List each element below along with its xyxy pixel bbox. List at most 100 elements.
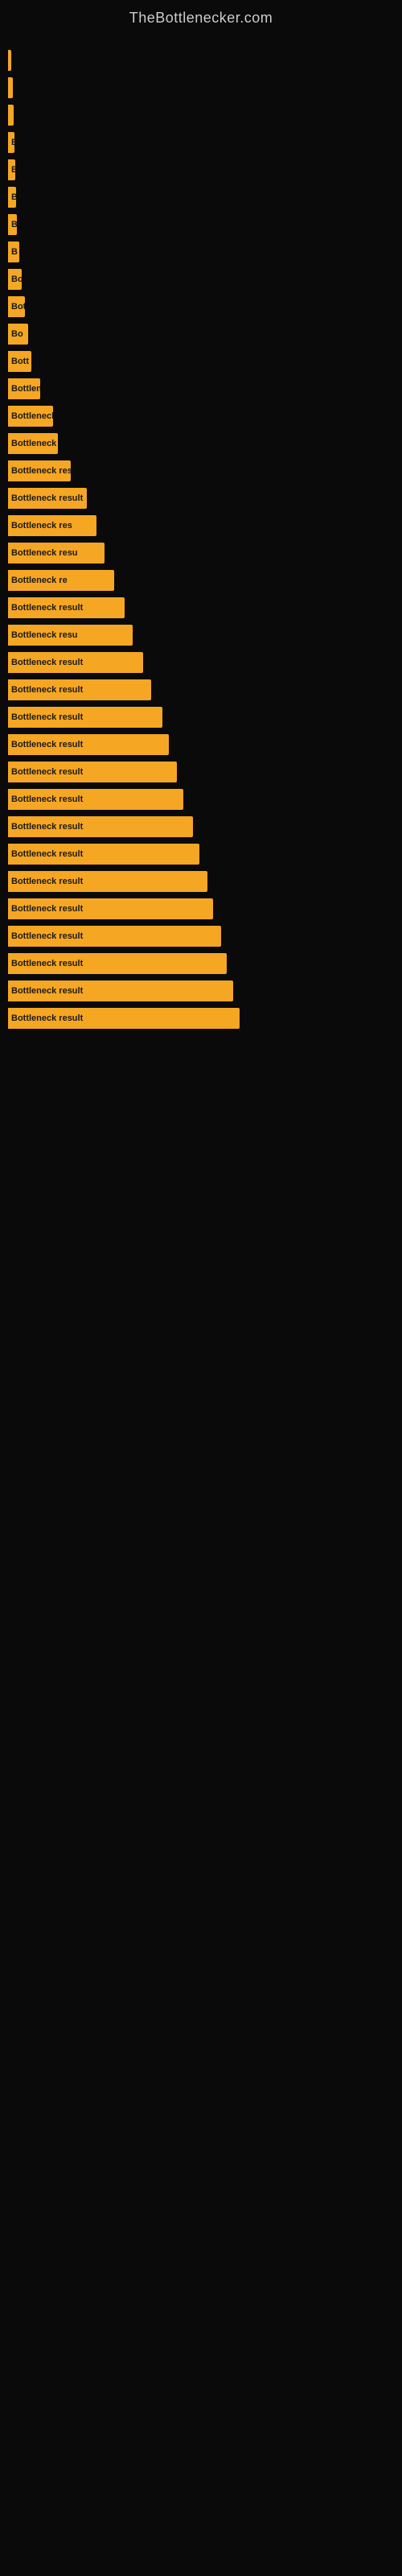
bar-label: Bo [11,275,22,284]
bar-label: Bottleneck result [11,795,83,804]
bottleneck-bar: Bottleneck result [8,980,233,1001]
bar-row: Bottleneck re [8,569,394,592]
bottleneck-bar: Bo [8,269,22,290]
bottleneck-bar: Bottleneck resu [8,625,133,646]
bottleneck-bar [8,50,11,71]
bottleneck-bar: Bottleneck result [8,844,199,865]
bottleneck-bar [8,77,13,98]
bar-row: Bottleneck re [8,405,394,427]
bar-row: Bottleneck result [8,597,394,619]
bar-row: Bottleneck result [8,679,394,701]
bar-label: Bottleneck result [11,877,83,886]
bar-row: Bottleneck result [8,898,394,920]
bar-row: Bottleneck result [8,733,394,756]
bottleneck-bar: Bottleneck result [8,898,213,919]
bar-label: Bottleneck result [11,740,83,749]
bar-label: Bottlene [11,384,40,394]
bar-row [8,49,394,72]
bar-label: Bottleneck result [11,1013,83,1023]
bars-container: B B B B B Bo Bott Bo Bott Bottlene Bottleneck re Bo… [0,33,402,1042]
bottleneck-bar: Bott [8,296,25,317]
bar-label: Bottleneck result [11,822,83,832]
bottleneck-bar: Bottleneck result [8,488,87,509]
bar-row: Bottleneck result [8,843,394,865]
bottleneck-bar: Bottleneck re [8,570,114,591]
bottleneck-bar: Bottleneck result [8,953,227,974]
bar-label: B [11,138,14,147]
bottleneck-bar: B [8,242,19,262]
bar-label: Bottleneck result [11,904,83,914]
bar-label: B [11,192,16,202]
bar-row: Bottleneck result [8,1007,394,1030]
bottleneck-bar: Bottlene [8,378,40,399]
bar-row: B [8,159,394,181]
bar-row: Bo [8,268,394,291]
bar-row: B [8,186,394,208]
bottleneck-bar [8,105,14,126]
bar-row: Bottleneck result [8,651,394,674]
bar-label: Bottleneck result [11,603,83,613]
bottleneck-bar: Bottleneck result [8,762,177,782]
bottleneck-bar: B [8,214,17,235]
bar-row: Bottleneck result [8,706,394,729]
bar-label: Bottleneck resu [11,548,78,558]
bar-row: B [8,131,394,154]
bar-label: B [11,247,18,257]
bottleneck-bar: Bottleneck resu [8,543,105,564]
bottleneck-bar: Bottleneck res [8,515,96,536]
bar-label: Bottleneck result [11,959,83,968]
bar-row: Bottleneck result [8,815,394,838]
bottleneck-bar: B [8,132,14,153]
bar-label: Bott [11,357,29,366]
bar-row: Bottlene [8,378,394,400]
bar-row: B [8,213,394,236]
bar-row: Bottleneck result [8,487,394,510]
bar-row: Bottleneck result [8,980,394,1002]
bottleneck-bar: Bottleneck result [8,1008,240,1029]
bottleneck-bar: Bottleneck result [8,679,151,700]
bar-label: Bottleneck re [11,411,53,421]
bar-label: Bottleneck result [11,767,83,777]
bottleneck-bar: Bottleneck result [8,652,143,673]
bar-label: Bottleneck result [11,849,83,859]
bottleneck-bar: Bottleneck result [8,734,169,755]
bottleneck-bar: Bott [8,351,31,372]
bar-row: Bottleneck resu [8,542,394,564]
bottleneck-bar: Bottleneck result [8,816,193,837]
bottleneck-bar: Bottleneck [8,433,58,454]
bar-row [8,104,394,126]
bar-row: Bottleneck [8,432,394,455]
bar-label: Bottleneck re [11,576,68,585]
bar-row: B [8,241,394,263]
bottleneck-bar: B [8,159,15,180]
bar-row: Bottleneck result [8,788,394,811]
bottleneck-bar: Bottleneck re [8,406,53,427]
bar-row: Bottleneck result [8,925,394,947]
bar-label: Bottleneck result [11,658,83,667]
bar-label: B [11,220,17,229]
bar-row: Bo [8,323,394,345]
bar-label: B [11,165,15,175]
bottleneck-bar: Bottleneck result [8,926,221,947]
bottleneck-bar: Bottleneck result [8,597,125,618]
bottleneck-bar: B [8,187,16,208]
bar-label: Bottleneck res [11,466,71,476]
bar-row: Bottleneck resu [8,624,394,646]
bottleneck-bar: Bottleneck result [8,871,207,892]
site-title: TheBottlenecker.com [0,0,402,33]
bar-label: Bottleneck result [11,493,83,503]
bar-label: Bott [11,302,25,312]
bar-row: Bottleneck result [8,761,394,783]
bottleneck-bar: Bottleneck result [8,707,162,728]
bar-label: Bottleneck result [11,931,83,941]
bottleneck-bar: Bottleneck result [8,789,183,810]
bottleneck-bar: Bottleneck res [8,460,71,481]
bar-row: Bott [8,295,394,318]
bar-label: Bo [11,329,23,339]
bar-label: Bottleneck result [11,712,83,722]
bar-row: Bottleneck result [8,952,394,975]
bar-row: Bottleneck res [8,460,394,482]
bar-label: Bottleneck result [11,685,83,695]
bar-label: Bottleneck [11,439,56,448]
bar-row: Bottleneck result [8,870,394,893]
